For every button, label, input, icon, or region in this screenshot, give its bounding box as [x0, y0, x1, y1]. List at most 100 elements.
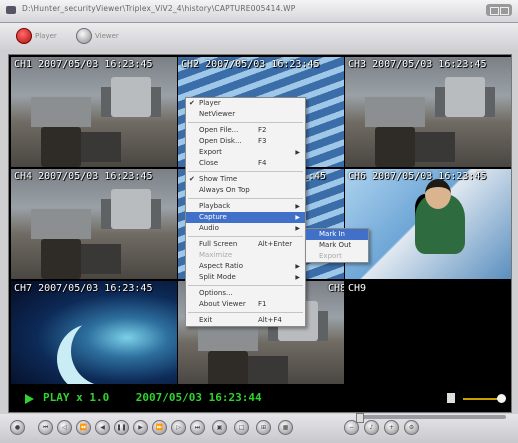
submenu-arrow-icon: ▶	[295, 214, 300, 221]
channel-tile-7[interactable]: CH7 2007/05/03 16:23:45	[11, 281, 177, 384]
menu-item-label: Aspect Ratio	[199, 262, 243, 270]
menu-item-open-file[interactable]: Open File... F2	[186, 125, 305, 136]
player-mode-button[interactable]: Player	[16, 27, 57, 45]
status-speed: x 1.0	[76, 391, 110, 404]
menu-item-close[interactable]: Close F4	[186, 158, 305, 169]
pause-icon[interactable]: ❚❚	[114, 420, 129, 435]
viewer-window: D:\Hunter_securityViewer\Triplex_ViV2_4\…	[0, 0, 518, 443]
fast-forward-icon[interactable]: ⏩	[152, 420, 167, 435]
menu-item-shortcut: F4	[258, 159, 267, 167]
record-icon[interactable]: ●	[10, 420, 25, 435]
menu-separator	[188, 312, 303, 313]
menu-item-label: Mark Out	[319, 241, 352, 249]
submenu-arrow-icon: ▶	[295, 225, 300, 232]
menu-item-label: Capture	[199, 213, 227, 221]
channel-stamp: CH8	[328, 283, 344, 294]
skip-back-icon[interactable]: ⏮	[38, 420, 53, 435]
title-bar[interactable]: D:\Hunter_securityViewer\Triplex_ViV2_4\…	[0, 0, 518, 23]
viewer-mode-button[interactable]: Viewer	[76, 27, 119, 45]
channel-stamp: CH7 2007/05/03 16:23:45	[14, 283, 153, 294]
channel-stamp: CH9	[348, 283, 367, 294]
menu-separator	[188, 171, 303, 172]
zoom-out-icon[interactable]: −	[344, 420, 359, 435]
channel-tile-3[interactable]: CH3 2007/05/03 16:23:45	[345, 57, 511, 167]
check-icon: ✔	[189, 99, 195, 107]
menu-item-options[interactable]: Options...	[186, 288, 305, 299]
seek-slider[interactable]	[356, 413, 506, 423]
audio-icon[interactable]: ♪	[364, 420, 379, 435]
menu-separator	[188, 122, 303, 123]
menu-item-mark-out[interactable]: Mark Out	[306, 240, 368, 251]
menu-item-label: Open Disk...	[199, 137, 242, 145]
seek-slider-handle[interactable]	[356, 413, 364, 423]
volume-slider-handle[interactable]	[497, 394, 506, 403]
minimize-icon[interactable]	[490, 7, 499, 15]
settings-icon[interactable]: ⚙	[404, 420, 419, 435]
channel-stamp: CH1 2007/05/03 16:23:45	[14, 59, 153, 70]
menu-item-label: Open File...	[199, 126, 239, 134]
player-mode-label: Player	[35, 32, 57, 40]
menu-separator	[188, 198, 303, 199]
menu-item-mark-in[interactable]: Mark In	[306, 229, 368, 240]
menu-item-capture[interactable]: Capture ▶	[186, 212, 305, 223]
menu-item-shortcut: Alt+F4	[258, 316, 282, 324]
channel-tile-6[interactable]: CH6 2007/05/03 16:23:45	[345, 169, 511, 279]
playback-status: PLAY x 1.0 2007/05/03 16:23:44	[43, 391, 262, 404]
menu-item-player[interactable]: ✔ Player	[186, 98, 305, 109]
close-icon[interactable]	[500, 7, 509, 15]
viewer-mode-label: Viewer	[95, 32, 119, 40]
menu-item-label: About Viewer	[199, 300, 246, 308]
skip-forward-icon[interactable]: ⏭	[190, 420, 205, 435]
menu-item-full-screen[interactable]: Full Screen Alt+Enter	[186, 239, 305, 250]
play-status-icon	[25, 394, 34, 404]
window-title: D:\Hunter_securityViewer\Triplex_ViV2_4\…	[22, 4, 296, 13]
mode-bar: Player Viewer	[0, 23, 518, 49]
menu-item-label: Player	[199, 99, 221, 107]
menu-item-exit[interactable]: Exit Alt+F4	[186, 315, 305, 326]
menu-item-about-viewer[interactable]: About Viewer F1	[186, 299, 305, 310]
step-back-icon[interactable]: ◁	[57, 420, 72, 435]
menu-item-label: NetViewer	[199, 110, 236, 118]
play-icon[interactable]: ▶	[133, 420, 148, 435]
menu-separator	[188, 285, 303, 286]
status-mode: PLAY	[43, 391, 70, 404]
menu-item-aspect-ratio[interactable]: Aspect Ratio ▶	[186, 261, 305, 272]
menu-item-export: Export	[306, 251, 368, 262]
channel-stamp: CH6 2007/05/03 16:23:45	[348, 171, 487, 182]
channel-stamp: CH4 2007/05/03 16:23:45	[14, 171, 153, 182]
menu-item-label: Export	[199, 148, 222, 156]
capture-submenu: Mark In Mark Out Export	[305, 228, 369, 263]
nine-view-icon[interactable]: ▦	[278, 420, 293, 435]
menu-item-always-on-top[interactable]: Always On Top	[186, 185, 305, 196]
channel-tile-1[interactable]: CH1 2007/05/03 16:23:45	[11, 57, 177, 167]
menu-item-export[interactable]: Export ▶	[186, 147, 305, 158]
playback-status-bar: PLAY x 1.0 2007/05/03 16:23:44	[9, 386, 511, 412]
check-icon: ✔	[189, 175, 195, 183]
window-controls[interactable]	[486, 4, 512, 16]
channel-stamp: CH2 2007/05/03 16:23:45	[181, 59, 320, 70]
menu-item-shortcut: Alt+Enter	[258, 240, 293, 248]
reverse-play-icon[interactable]: ◀	[95, 420, 110, 435]
menu-item-label: Playback	[199, 202, 231, 210]
menu-item-netviewer[interactable]: NetViewer	[186, 109, 305, 120]
rewind-icon[interactable]: ⏪	[76, 420, 91, 435]
channel-tile-4[interactable]: CH4 2007/05/03 16:23:45	[11, 169, 177, 279]
menu-item-audio[interactable]: Audio ▶	[186, 223, 305, 234]
volume-icon[interactable]	[447, 393, 455, 403]
menu-item-playback[interactable]: Playback ▶	[186, 201, 305, 212]
menu-separator	[188, 236, 303, 237]
zoom-in-icon[interactable]: +	[384, 420, 399, 435]
menu-item-shortcut: F3	[258, 137, 267, 145]
menu-item-split-mode[interactable]: Split Mode ▶	[186, 272, 305, 283]
quad-view-icon[interactable]: ⊞	[256, 420, 271, 435]
status-datetime: 2007/05/03 16:23:44	[135, 391, 262, 404]
single-view-icon[interactable]: □	[234, 420, 249, 435]
menu-item-open-disk[interactable]: Open Disk... F3	[186, 136, 305, 147]
menu-item-shortcut: F1	[258, 300, 267, 308]
submenu-arrow-icon: ▶	[295, 203, 300, 210]
playback-toolbar: ● ⏮ ◁ ⏪ ◀ ❚❚ ▶ ⏩ ▷ ⏭ ▣ □ ⊞ ▦ − ♪ + ⚙	[0, 413, 518, 443]
channel-tile-9[interactable]: CH9	[345, 281, 511, 384]
step-forward-icon[interactable]: ▷	[171, 420, 186, 435]
camera-icon[interactable]: ▣	[212, 420, 227, 435]
menu-item-show-time[interactable]: ✔ Show Time	[186, 174, 305, 185]
